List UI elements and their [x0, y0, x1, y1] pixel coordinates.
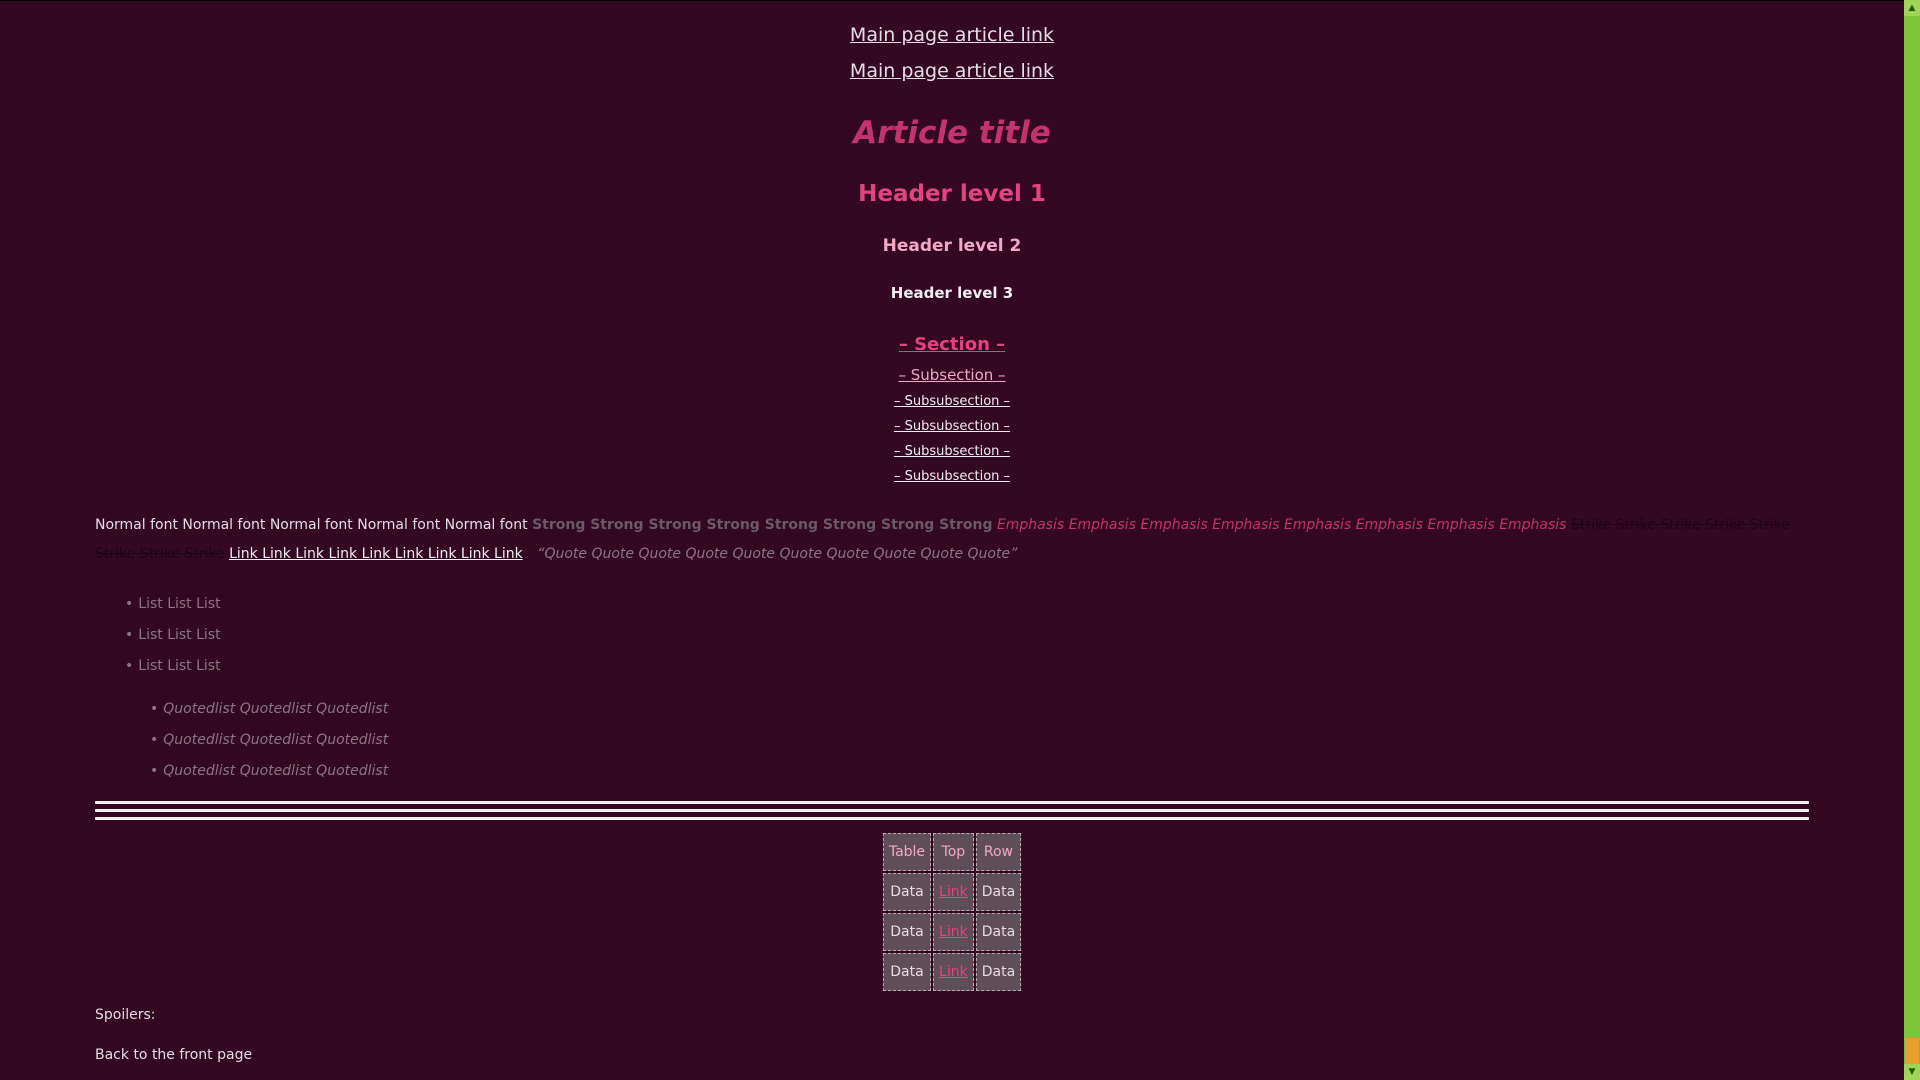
table-row: Data Link Data — [882, 953, 1022, 991]
subsubsection-link[interactable]: – Subsubsection – — [894, 469, 1010, 485]
bullet-list: List List List List List List List List … — [95, 589, 1809, 682]
table-link[interactable]: Link — [939, 964, 968, 980]
section-nav: – Section – – Subsection – – Subsubsecti… — [95, 303, 1809, 485]
list-item: List List List — [125, 620, 1809, 651]
subsubsection-link[interactable]: – Subsubsection – — [894, 394, 1010, 410]
spoilers-label: Spoilers: — [95, 1007, 156, 1023]
table-cell-link: Link — [933, 953, 974, 991]
header-level-2: Header level 2 — [882, 236, 1022, 256]
section-link[interactable]: – Section – — [899, 333, 1005, 357]
rule-line — [95, 801, 1809, 804]
table-header-cell: Top — [933, 833, 974, 871]
table-cell: Data — [975, 873, 1022, 911]
quoted-list: Quotedlist Quotedlist Quotedlist Quotedl… — [95, 694, 1809, 787]
table-cell-link: Link — [933, 913, 974, 951]
table-cell: Data — [882, 873, 932, 911]
main-links: Main page article link Main page article… — [95, 17, 1809, 89]
rule-line — [95, 809, 1809, 812]
header-level-3: Header level 3 — [890, 284, 1014, 302]
quoted-list-item: Quotedlist Quotedlist Quotedlist — [150, 725, 1809, 756]
table-row: Data Link Data — [882, 873, 1022, 911]
header-level-1: Header level 1 — [858, 181, 1046, 207]
subsubsection-link[interactable]: – Subsubsection – — [894, 419, 1010, 435]
table-link[interactable]: Link — [939, 884, 968, 900]
page-content: Main page article link Main page article… — [95, 0, 1809, 1065]
double-rule — [95, 797, 1809, 821]
emphasis-text: Emphasis Emphasis Emphasis Emphasis Emph… — [996, 517, 1567, 533]
table-header-cell: Table — [882, 833, 932, 871]
table-cell: Data — [975, 913, 1022, 951]
text-sample-paragraph: Normal font Normal font Normal font Norm… — [95, 511, 1809, 569]
quote-text: “Quote Quote Quote Quote Quote Quote Quo… — [537, 546, 1018, 562]
rule-line — [95, 817, 1809, 820]
arrow-up-icon[interactable]: ▲ — [1904, 0, 1920, 16]
table-header-cell: Row — [975, 833, 1022, 871]
quoted-list-item: Quotedlist Quotedlist Quotedlist — [150, 756, 1809, 787]
table-header-row: Table Top Row — [882, 833, 1022, 871]
table-link[interactable]: Link — [939, 924, 968, 940]
main-page-article-link[interactable]: Main page article link — [95, 17, 1809, 53]
paragraph-link[interactable]: Link Link Link Link Link Link Link Link … — [229, 546, 523, 562]
subsection-link[interactable]: – Subsection – — [898, 365, 1005, 385]
subsubsection-link[interactable]: – Subsubsection – — [894, 444, 1010, 460]
quoted-list-item: Quotedlist Quotedlist Quotedlist — [150, 694, 1809, 725]
back-to-front-page-link[interactable]: Back to the front page — [95, 1045, 1809, 1065]
main-page-article-link[interactable]: Main page article link — [95, 53, 1809, 89]
table-cell: Data — [882, 953, 932, 991]
scroll-thumb[interactable] — [1905, 1038, 1919, 1064]
table-cell: Data — [975, 953, 1022, 991]
data-table: Table Top Row Data Link Data Data Link D… — [881, 831, 1023, 993]
strong-text: Strong Strong Strong Strong Strong Stron… — [532, 517, 993, 533]
vertical-scrollbar[interactable]: ▲ ▼ — [1904, 0, 1920, 1080]
normal-text: Normal font Normal font Normal font Norm… — [95, 517, 528, 533]
table-cell-link: Link — [933, 873, 974, 911]
list-item: List List List — [125, 589, 1809, 620]
table-cell: Data — [882, 913, 932, 951]
table-row: Data Link Data — [882, 913, 1022, 951]
arrow-down-icon[interactable]: ▼ — [1904, 1064, 1920, 1080]
article-title: Article title — [853, 115, 1051, 151]
list-item: List List List — [125, 651, 1809, 682]
